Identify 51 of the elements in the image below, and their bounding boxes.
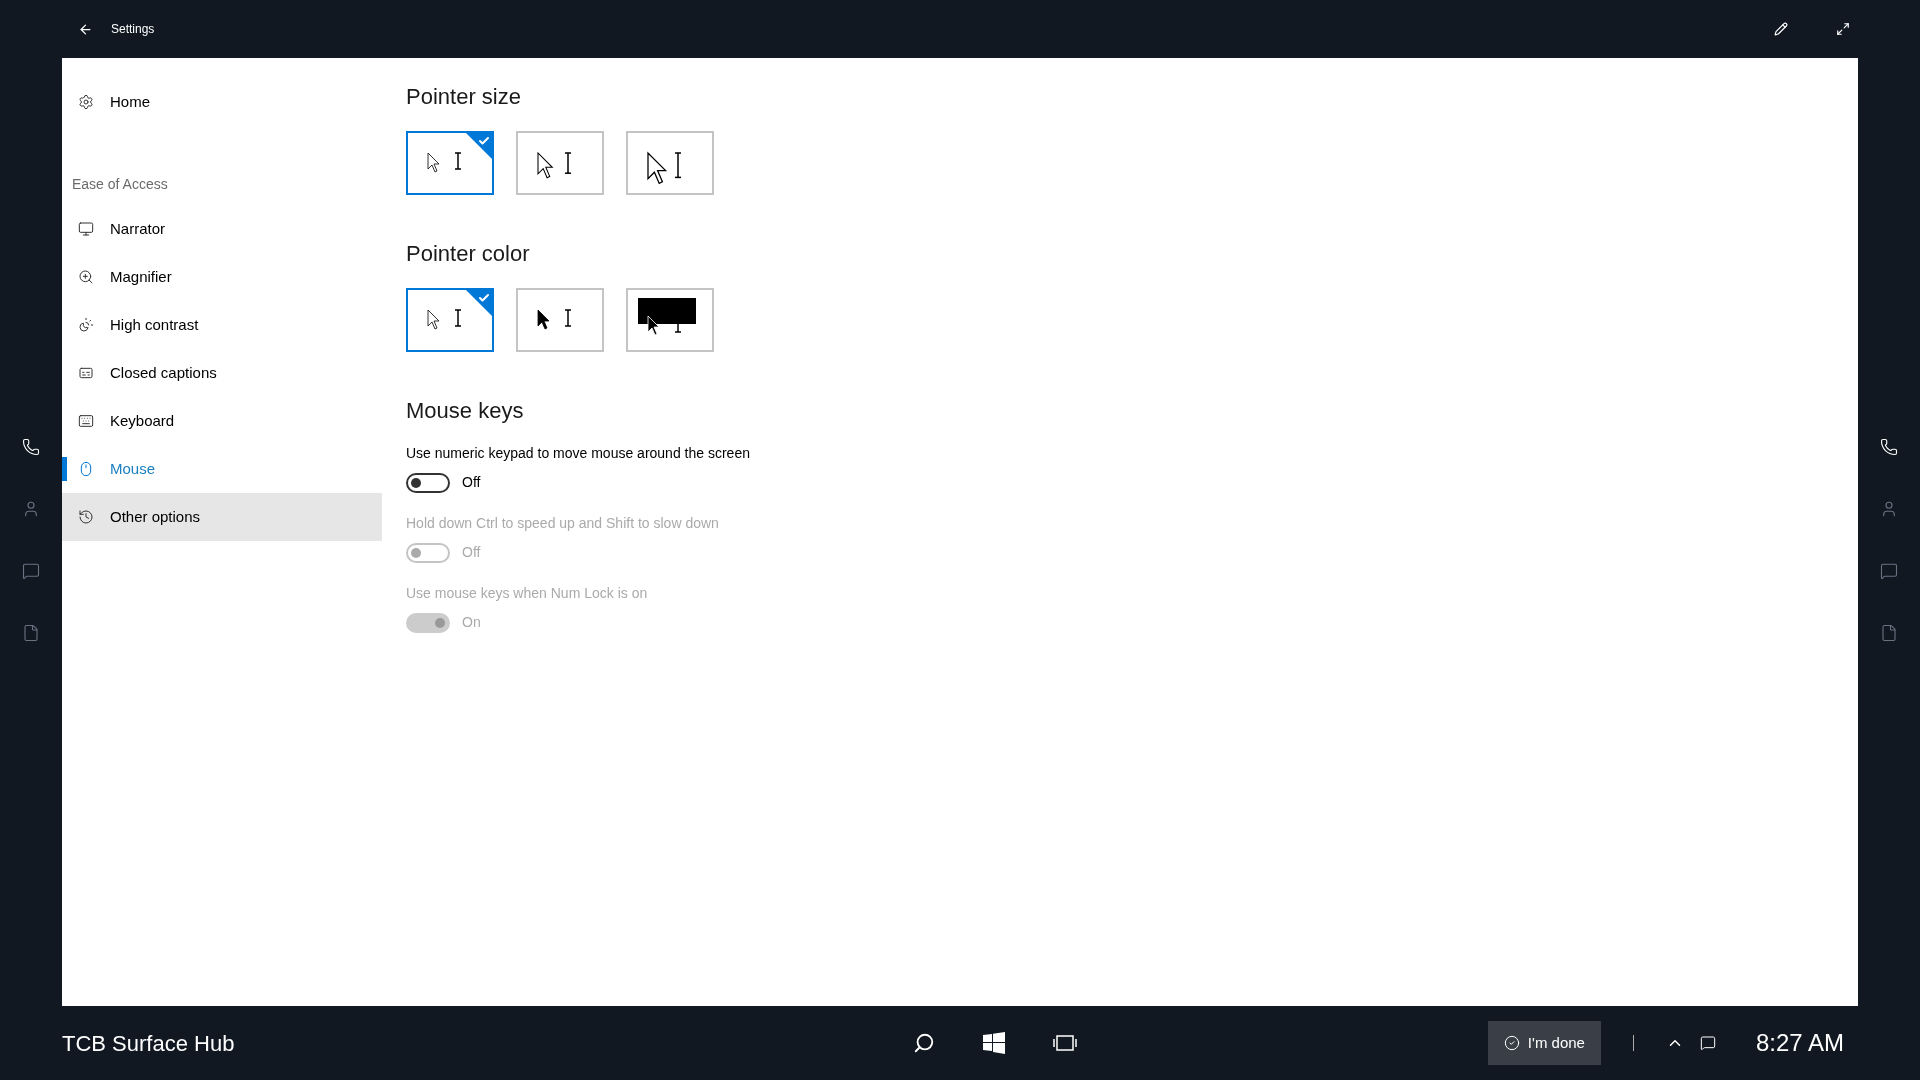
document-icon[interactable] — [1880, 624, 1898, 642]
mouse-icon — [78, 461, 94, 477]
document-icon[interactable] — [22, 624, 40, 642]
captions-icon — [78, 365, 94, 381]
search-icon[interactable] — [912, 1032, 935, 1054]
clock-time: 8:27 AM — [1755, 1028, 1844, 1058]
section-heading: Pointer color — [406, 240, 531, 268]
sidebar-item[interactable]: Closed captions — [62, 349, 382, 397]
expand-icon[interactable] — [1836, 22, 1850, 36]
sidebar-item[interactable]: Other options — [62, 493, 382, 541]
task-view-icon[interactable] — [1052, 1034, 1077, 1052]
chat-icon[interactable] — [22, 562, 40, 580]
toggle-state-label: On — [462, 613, 481, 632]
setting-label: Use mouse keys when Num Lock is on — [406, 584, 649, 603]
sidebar-item[interactable]: Keyboard — [62, 397, 382, 445]
window-title: Settings — [111, 21, 155, 38]
done-button[interactable]: I'm done — [1487, 1021, 1601, 1065]
sidebar-item[interactable]: High contrast — [62, 301, 382, 349]
windows-logo-icon[interactable] — [982, 1032, 1005, 1054]
sidebar-item[interactable]: Narrator — [62, 205, 382, 253]
pointer-option[interactable] — [516, 288, 604, 352]
setting-label: Use numeric keypad to move mouse around the screen — [406, 444, 751, 463]
section-heading: Pointer size — [406, 83, 522, 111]
home-item[interactable]: Home — [62, 80, 382, 124]
phone-icon[interactable] — [1880, 438, 1898, 456]
back-icon[interactable] — [78, 21, 93, 37]
settings-icon — [78, 94, 94, 110]
clock-arrow-icon — [78, 509, 94, 525]
chat-icon[interactable] — [1880, 562, 1898, 580]
pen-icon[interactable] — [1774, 22, 1788, 36]
device-name: TCB Surface Hub — [62, 1029, 236, 1058]
pointer-option[interactable] — [626, 288, 714, 352]
sidebar-item[interactable]: Mouse — [62, 445, 382, 493]
keyboard-icon — [78, 413, 94, 429]
person-icon[interactable] — [22, 500, 40, 518]
contrast-icon — [78, 317, 94, 333]
monitor-icon — [78, 221, 94, 237]
selection-indicator — [62, 457, 67, 481]
person-icon[interactable] — [1880, 500, 1898, 518]
check-circle-icon — [1503, 1035, 1520, 1051]
sidebar-item[interactable]: Magnifier — [62, 253, 382, 301]
pointer-option[interactable] — [626, 131, 714, 195]
toggle-state-label: Off — [462, 473, 481, 492]
toggle-switch[interactable] — [406, 472, 450, 493]
notification-icon[interactable] — [1699, 1035, 1716, 1051]
toggle-state-label: Off — [462, 543, 481, 562]
setting-label: Hold down Ctrl to speed up and Shift to slow down — [406, 514, 720, 533]
section-heading: Mouse keys — [406, 397, 525, 425]
magnifier-icon — [78, 269, 94, 285]
section-label: Ease of Access — [71, 175, 169, 194]
phone-icon[interactable] — [22, 438, 40, 456]
